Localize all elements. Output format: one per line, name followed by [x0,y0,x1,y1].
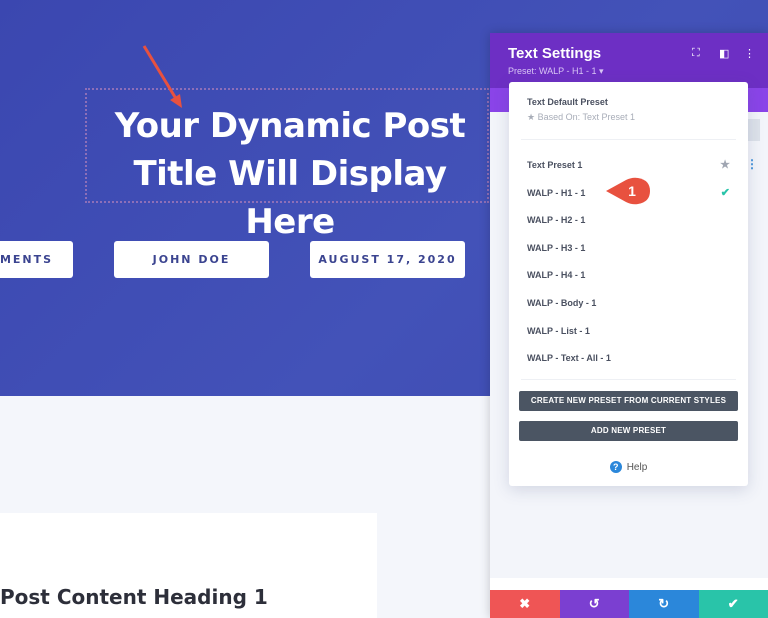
panel-header: Text Settings Preset: WALP - H1 - 1 ▾ ⛶ … [490,33,768,88]
panel-footer: ✖ ↺ ↻ ✔ [490,590,768,618]
preset-label: WALP - Text - All - 1 [527,353,611,364]
comments-pill[interactable]: MENTS [0,241,73,278]
post-title[interactable]: Your Dynamic Post Title Will Display Her… [85,102,495,246]
preset-label: WALP - H2 - 1 [527,215,586,226]
help-icon: ? [609,460,622,473]
redo-button[interactable]: ↻ [629,590,699,618]
author-pill[interactable]: JOHN DOE [114,241,269,278]
star-icon: ★ [527,112,536,122]
annotation-arrow-icon [142,45,182,108]
preset-label: WALP - H3 - 1 [527,242,586,253]
preset-item[interactable]: WALP - List - 1 [509,318,748,346]
default-preset[interactable]: Text Default Preset ★ Based On: Text Pre… [509,82,748,123]
undo-button[interactable]: ↺ [559,590,629,618]
panel-title: Text Settings [508,45,602,62]
cancel-button[interactable]: ✖ [490,590,560,618]
default-preset-label: Text Default Preset [527,97,608,107]
split-view-icon[interactable]: ◧ [719,47,729,60]
date-pill[interactable]: AUGUST 17, 2020 [310,241,465,278]
more-icon[interactable]: ⋮ [744,47,755,60]
preset-item[interactable]: WALP - Body - 1 [509,290,748,318]
based-on-text: Based On: Text Preset 1 [537,112,635,122]
preset-label: WALP - List - 1 [527,325,590,336]
preset-label: WALP - Body - 1 [527,297,597,308]
preset-label: Text Preset 1 [527,160,583,170]
save-button[interactable]: ✔ [698,590,768,618]
badge-number: 1 [628,183,636,199]
help-link[interactable]: ? Help [509,460,748,473]
add-new-preset-button[interactable]: ADD NEW PRESET [519,420,738,441]
based-on-label: ★ Based On: Text Preset 1 [527,112,730,123]
content-heading: Post Content Heading 1 [0,585,268,609]
preset-label: WALP - H1 - 1 [527,187,586,198]
star-icon[interactable]: ★ [720,152,730,180]
content-card: Post Content Heading 1 [0,513,377,618]
preset-label: WALP - H4 - 1 [527,270,586,281]
preset-dropdown: Text Default Preset ★ Based On: Text Pre… [509,82,748,486]
preset-selector[interactable]: Preset: WALP - H1 - 1 ▾ [508,66,750,77]
preset-item[interactable]: WALP - Text - All - 1 [509,345,748,373]
preset-item[interactable]: WALP - H4 - 1 [509,262,748,290]
preset-item[interactable]: WALP - H3 - 1 [509,235,748,263]
fullscreen-icon[interactable]: ⛶ [692,47,700,60]
annotation-badge: 1 [606,177,650,205]
preset-item[interactable]: WALP - H2 - 1 [509,207,748,235]
check-icon: ✔ [720,186,730,199]
preset-item[interactable]: Text Preset 1 ★ [509,152,748,180]
help-label: Help [626,461,648,473]
create-preset-from-styles-button[interactable]: CREATE NEW PRESET FROM CURRENT STYLES [519,390,738,411]
